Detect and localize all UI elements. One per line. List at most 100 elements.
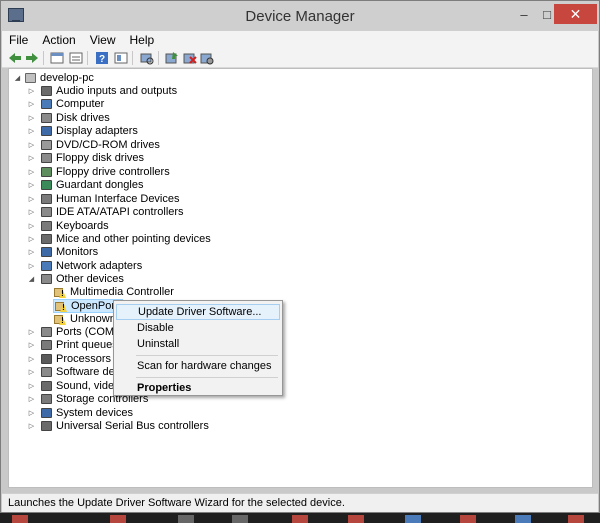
tree-category-display-adapter[interactable]: ▷ Display adapters: [27, 125, 217, 138]
taskbar: [0, 513, 600, 523]
tree-category-dvd-drive[interactable]: ▷ DVD/CD-ROM drives: [27, 139, 217, 152]
expand-arrow-icon[interactable]: ▷: [27, 380, 36, 393]
update-driver-icon[interactable]: [164, 50, 180, 66]
menu-help[interactable]: Help: [123, 31, 162, 49]
menu-separator: [136, 377, 278, 378]
expand-arrow-icon[interactable]: ▷: [27, 326, 36, 339]
network-adapter-icon: [41, 260, 52, 271]
tree-category-label: Monitors: [56, 246, 99, 259]
tree-category-mouse[interactable]: ▷ Mice and other pointing devices: [27, 233, 217, 246]
tree-category-speaker[interactable]: ▷ Audio inputs and outputs: [27, 85, 217, 98]
taskbar-app-icon[interactable]: [348, 515, 364, 523]
tree-category-other-devices[interactable]: ◢ Other devices: [27, 273, 217, 286]
expand-arrow-icon[interactable]: ▷: [27, 260, 36, 273]
tree-category-network-adapter[interactable]: ▷ Network adapters: [27, 260, 217, 273]
expand-arrow-icon[interactable]: ▷: [27, 353, 36, 366]
hid-icon: [41, 193, 52, 204]
tree-category-monitor[interactable]: ▷ Monitors: [27, 246, 217, 259]
expand-arrow-icon[interactable]: ▷: [27, 98, 36, 111]
dongle-icon: [41, 180, 52, 191]
expand-arrow-icon[interactable]: ▷: [27, 366, 36, 379]
tree-view-icon[interactable]: [68, 50, 84, 66]
tree-root-label: develop-pc: [40, 72, 94, 84]
expand-arrow-icon[interactable]: ▷: [27, 85, 36, 98]
scan-hardware-icon[interactable]: [139, 50, 155, 66]
properties-icon[interactable]: [49, 50, 65, 66]
tree-category-floppy-disk[interactable]: ▷ Floppy disk drives: [27, 152, 217, 165]
menu-separator: [136, 355, 278, 356]
tree-category-ide-controller[interactable]: ▷ IDE ATA/ATAPI controllers: [27, 206, 217, 219]
back-arrow-icon[interactable]: [7, 50, 23, 66]
uninstall-icon[interactable]: [182, 50, 198, 66]
taskbar-app-icon[interactable]: [110, 515, 126, 523]
expand-arrow-icon[interactable]: ▷: [27, 420, 36, 433]
taskbar-app-icon[interactable]: [568, 515, 584, 523]
expand-arrow-icon[interactable]: ▷: [27, 166, 36, 179]
forward-arrow-icon[interactable]: [24, 50, 40, 66]
toolbar-separator: [87, 51, 88, 65]
display-adapter-icon: [41, 126, 52, 137]
collapse-arrow-icon[interactable]: ◢: [13, 72, 22, 85]
menu-disable[interactable]: Disable: [116, 320, 280, 336]
tree-category-hid[interactable]: ▷ Human Interface Devices: [27, 193, 217, 206]
toolbar: ?: [2, 49, 598, 68]
computer-icon: [41, 99, 52, 110]
expand-arrow-icon[interactable]: ▷: [27, 152, 36, 165]
tree-category-computer[interactable]: ▷ Computer: [27, 98, 217, 111]
tree-category-label: System devices: [56, 406, 134, 419]
taskbar-app-icon[interactable]: [232, 515, 248, 523]
device-tree[interactable]: ◢ develop-pc ▷ Audio inputs and outputs ▷ C…: [8, 68, 593, 488]
warning-device-icon: [55, 300, 67, 312]
expand-arrow-icon[interactable]: ▷: [27, 220, 36, 233]
disable-icon[interactable]: [199, 50, 215, 66]
taskbar-app-icon[interactable]: [515, 515, 531, 523]
monitor-icon: [41, 247, 52, 258]
tree-category-dongle[interactable]: ▷ Guardant dongles: [27, 179, 217, 192]
tree-category-label: Audio inputs and outputs: [56, 85, 178, 97]
close-button[interactable]: ✕: [554, 4, 597, 24]
menu-file[interactable]: File: [2, 31, 35, 49]
printer-icon: [41, 340, 52, 351]
warning-device-icon: [54, 313, 66, 325]
taskbar-app-icon[interactable]: [178, 515, 194, 523]
collapse-arrow-icon[interactable]: ◢: [27, 273, 36, 286]
device-manager-window: Device Manager – □ ✕ File Action View He…: [0, 0, 600, 513]
tree-category-label: Network adapters: [56, 259, 143, 272]
expand-arrow-icon[interactable]: ▷: [27, 393, 36, 406]
taskbar-app-icon[interactable]: [460, 515, 476, 523]
device-multimedia-controller[interactable]: Multimedia Controller: [54, 286, 194, 299]
menu-update-driver-software[interactable]: Update Driver Software...: [116, 304, 280, 320]
expand-arrow-icon[interactable]: ▷: [27, 112, 36, 125]
expand-arrow-icon[interactable]: ▷: [27, 233, 36, 246]
tree-root[interactable]: ◢ develop-pc: [13, 72, 133, 85]
menu-uninstall[interactable]: Uninstall: [116, 336, 280, 352]
taskbar-app-icon[interactable]: [405, 515, 421, 523]
tree-category-disk-drive[interactable]: ▷ Disk drives: [27, 112, 217, 125]
tree-category-label: Other devices: [56, 273, 124, 286]
taskbar-app-icon[interactable]: [292, 515, 308, 523]
expand-arrow-icon[interactable]: ▷: [27, 246, 36, 259]
help-icon[interactable]: ?: [94, 50, 110, 66]
expand-arrow-icon[interactable]: ▷: [27, 139, 36, 152]
menu-view[interactable]: View: [83, 31, 123, 49]
tree-category-floppy-controller[interactable]: ▷ Floppy drive controllers: [27, 166, 217, 179]
tree-category-system-device[interactable]: ▷ System devices: [27, 407, 217, 420]
expand-arrow-icon[interactable]: ▷: [27, 339, 36, 352]
expand-arrow-icon[interactable]: ▷: [27, 125, 36, 138]
minimize-button[interactable]: –: [513, 7, 535, 23]
expand-arrow-icon[interactable]: ▷: [27, 193, 36, 206]
title-bar[interactable]: Device Manager – □ ✕: [1, 1, 599, 31]
device-view-icon[interactable]: [113, 50, 129, 66]
tree-category-label: Print queues: [56, 339, 118, 352]
tree-category-usb[interactable]: ▷ Universal Serial Bus controllers: [27, 420, 217, 433]
taskbar-app-icon[interactable]: [12, 515, 28, 523]
expand-arrow-icon[interactable]: ▷: [27, 407, 36, 420]
menu-properties[interactable]: Properties: [116, 380, 280, 396]
menu-action[interactable]: Action: [35, 31, 82, 49]
expand-arrow-icon[interactable]: ▷: [27, 179, 36, 192]
toolbar-separator: [132, 51, 133, 65]
menu-scan-hardware[interactable]: Scan for hardware changes: [116, 358, 280, 374]
expand-arrow-icon[interactable]: ▷: [27, 206, 36, 219]
tree-category-keyboard[interactable]: ▷ Keyboards: [27, 220, 217, 233]
software-device-icon: [41, 367, 52, 378]
